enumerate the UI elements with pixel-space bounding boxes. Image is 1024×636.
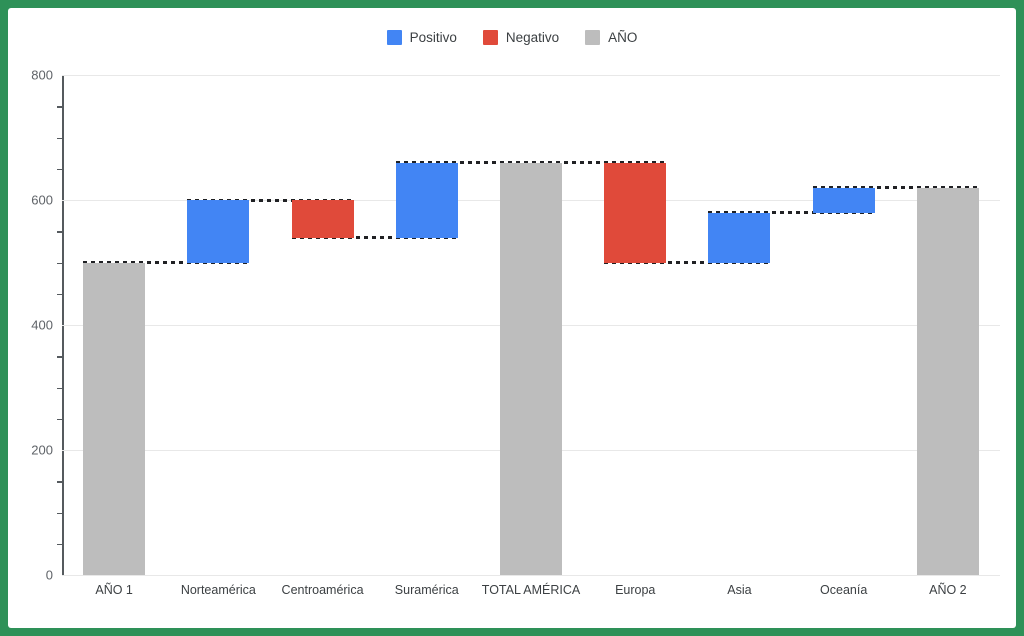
y-axis-minor-tick xyxy=(57,418,63,421)
y-axis-tick-label: 400 xyxy=(31,317,53,333)
bar-negative[interactable] xyxy=(604,162,667,263)
plot-area: 0 200 400 600 800 AÑO 1 Norteamérica Centroamér… xyxy=(31,68,1000,597)
y-axis-minor-tick xyxy=(57,543,63,546)
y-axis-tick-label: 600 xyxy=(31,192,53,208)
bar-total[interactable] xyxy=(500,162,562,575)
legend-label: Negativo xyxy=(505,30,560,45)
y-axis-tick-label: 200 xyxy=(31,442,53,458)
y-axis-minor-tick xyxy=(57,262,63,264)
y-axis-tick-label: 800 xyxy=(31,67,53,83)
y-axis-minor-tick xyxy=(57,231,63,233)
y-axis-minor-tick xyxy=(57,137,63,139)
x-axis-tick-label: Centroamérica xyxy=(281,583,364,597)
positive-swatch xyxy=(386,30,402,45)
bar-positive[interactable] xyxy=(708,212,771,263)
y-axis-minor-tick xyxy=(57,106,63,108)
x-axis-tick-label: TOTAL AMÉRICA xyxy=(481,583,581,597)
bar-total[interactable] xyxy=(83,262,146,575)
y-axis-minor-tick xyxy=(57,387,63,389)
y-axis-minor-tick xyxy=(57,512,63,514)
x-axis-tick-label: Oceanía xyxy=(820,583,868,597)
bar-positive[interactable] xyxy=(812,187,875,213)
x-axis-tick-label: AÑO 2 xyxy=(929,583,967,597)
total-swatch xyxy=(585,30,601,45)
x-axis-tick-label: Norteamérica xyxy=(180,583,256,597)
legend-item[interactable]: Negativo xyxy=(482,30,560,45)
chart-legend: Positivo Negativo AÑO xyxy=(8,30,1016,45)
bar-total[interactable] xyxy=(916,187,979,575)
x-axis-tick-label: Asia xyxy=(727,583,752,597)
legend-label: Positivo xyxy=(409,30,457,45)
legend-label: AÑO xyxy=(608,30,638,45)
screenshot-root: Positivo Negativo AÑO 0 200 400 600 800 AÑO 1 No… xyxy=(0,0,1024,636)
legend-item[interactable]: AÑO xyxy=(585,30,637,45)
y-axis-minor-tick xyxy=(57,293,63,296)
plot-inner: 0 200 400 600 800 AÑO 1 Norteamérica Centroamér… xyxy=(31,68,1000,597)
x-axis-tick-label: Europa xyxy=(615,583,656,597)
y-axis-minor-tick xyxy=(57,168,63,171)
bar-positive[interactable] xyxy=(395,162,458,238)
y-gridline xyxy=(62,75,1000,76)
y-axis-minor-tick xyxy=(57,481,63,483)
y-gridline xyxy=(62,575,1000,576)
bar-negative[interactable] xyxy=(291,200,354,238)
x-axis-tick-label: Suramérica xyxy=(394,583,459,597)
chart-card: Positivo Negativo AÑO 0 200 400 600 800 AÑO 1 No… xyxy=(8,8,1016,628)
legend-item[interactable]: Positivo xyxy=(386,30,457,45)
y-axis-tick-label: 0 xyxy=(45,567,53,583)
bar-positive[interactable] xyxy=(187,200,250,263)
x-axis-tick-label: AÑO 1 xyxy=(95,583,133,597)
negative-swatch xyxy=(482,30,498,45)
y-axis-minor-tick xyxy=(57,356,63,358)
